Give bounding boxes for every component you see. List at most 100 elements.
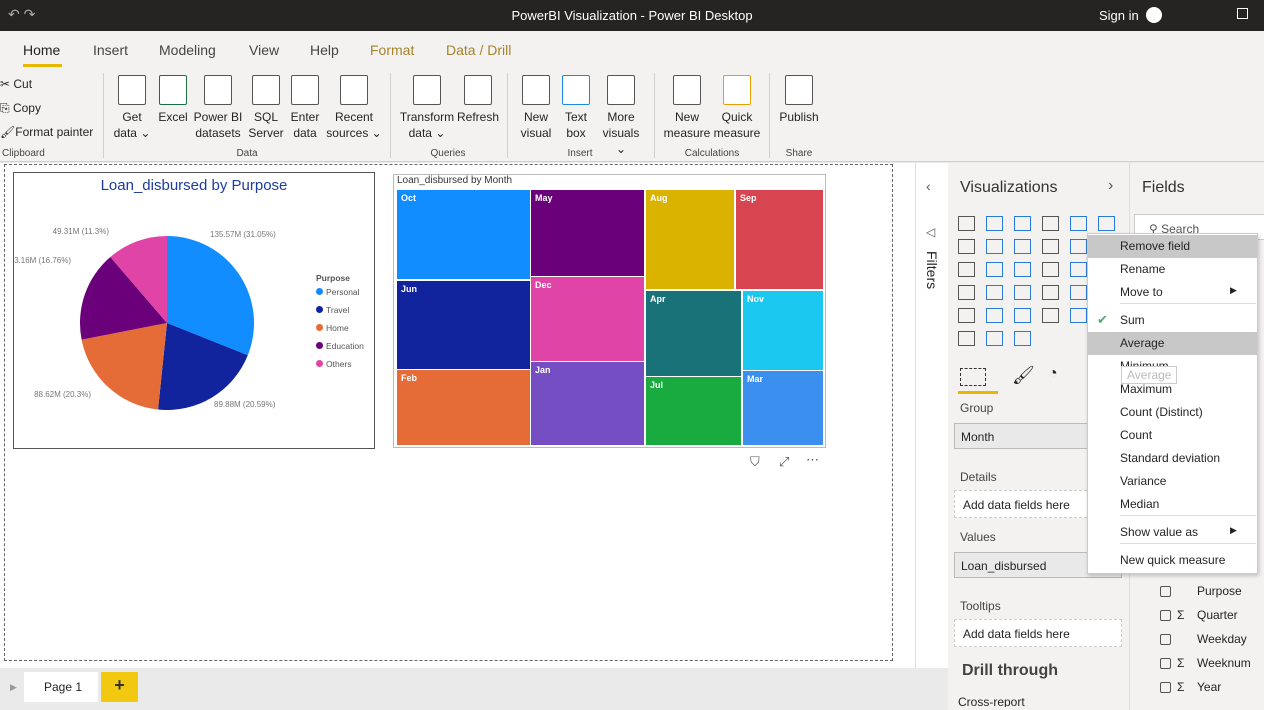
analytics-icon[interactable]: ◔ (1048, 365, 1058, 383)
sql-server-button[interactable]: SQL Server (246, 75, 286, 141)
tab-view[interactable]: View (249, 42, 279, 58)
field-item[interactable]: Σ Weeknum (1160, 656, 1251, 670)
treemap-cell-aug[interactable]: Aug (646, 190, 734, 289)
field-item[interactable]: Σ Quarter (1160, 608, 1238, 622)
menu-item-remove-field[interactable]: Remove field (1088, 235, 1257, 258)
more-icon[interactable] (1014, 331, 1031, 346)
filter-icon[interactable]: ⛉ (750, 454, 760, 470)
menu-item-show-value-as[interactable]: Show value as ▶ (1088, 521, 1257, 544)
menu-item-median[interactable]: Median (1088, 493, 1257, 516)
map-icon[interactable] (958, 285, 975, 300)
more-visuals-button[interactable]: More visuals ⌄ (596, 75, 646, 157)
tab-format[interactable]: Format (370, 42, 414, 58)
stacked-column-icon[interactable] (986, 216, 1003, 231)
enter-data-button[interactable]: Enter data (287, 75, 323, 141)
power-bi-datasets-button[interactable]: Power BI datasets (192, 75, 244, 141)
clustered-column-icon[interactable] (1042, 216, 1059, 231)
waterfall-icon[interactable] (958, 262, 975, 277)
treemap-cell-sep[interactable]: Sep (736, 190, 823, 289)
tab-home[interactable]: Home (23, 42, 60, 58)
line-column-icon[interactable] (1042, 239, 1059, 254)
field-item[interactable]: Weekday (1160, 632, 1247, 646)
treemap-cell-dec[interactable]: Dec (531, 277, 644, 361)
new-measure-button[interactable]: New measure (662, 75, 712, 141)
treemap-cell-jul[interactable]: Jul (646, 377, 741, 445)
scroll-left-icon[interactable]: ▶ (10, 682, 17, 693)
recent-sources-button[interactable]: Recent sources ⌄ (325, 75, 383, 141)
transform-data-button[interactable]: Transform data ⌄ (398, 75, 456, 141)
100-column-icon[interactable] (1098, 216, 1115, 231)
menu-item-average[interactable]: Average (1088, 332, 1257, 355)
stacked-area-icon[interactable] (1014, 239, 1031, 254)
excel-button[interactable]: Excel (155, 75, 191, 125)
text-box-button[interactable]: Text box (558, 75, 594, 141)
page-tab-1[interactable]: Page 1 (24, 672, 98, 702)
filled-map-icon[interactable] (986, 285, 1003, 300)
checkbox[interactable] (1160, 610, 1171, 622)
legend-item[interactable]: Education (316, 341, 364, 359)
get-data-button[interactable]: Get data ⌄ (110, 75, 154, 141)
legend-item[interactable]: Travel (316, 305, 364, 323)
menu-item-variance[interactable]: Variance (1088, 470, 1257, 493)
chevron-left-icon[interactable]: ‹ (926, 178, 931, 194)
format-roller-icon[interactable]: 🖌 (1012, 365, 1035, 386)
field-item[interactable]: Purpose (1160, 584, 1242, 598)
checkbox[interactable] (1160, 682, 1171, 694)
more-options-icon[interactable]: ⋯ (806, 452, 819, 468)
treemap-cell-mar[interactable]: Mar (743, 371, 823, 445)
funnel-icon[interactable] (986, 262, 1003, 277)
menu-item-new-quick-measure[interactable]: New quick measure (1088, 549, 1257, 572)
tab-modeling[interactable]: Modeling (159, 42, 216, 58)
treemap-cell-nov[interactable]: Nov (743, 291, 823, 370)
sign-in-link[interactable]: Sign in (1099, 8, 1139, 23)
menu-item-move-to[interactable]: Move to ▶ (1088, 281, 1257, 304)
focus-mode-icon[interactable]: ⤢ (779, 454, 789, 470)
menu-item-sum[interactable]: ✔ Sum (1088, 309, 1257, 332)
tooltips-drop-zone[interactable]: Add data fields here (954, 619, 1122, 647)
copy-button[interactable]: ⎘ Copy (0, 101, 41, 116)
menu-item-count-distinct[interactable]: Count (Distinct) (1088, 401, 1257, 424)
table-icon[interactable] (986, 308, 1003, 323)
qa-icon[interactable] (986, 331, 1003, 346)
area-icon[interactable] (986, 239, 1003, 254)
legend-item[interactable]: Others (316, 359, 364, 377)
pie-chart-visual[interactable]: Loan_disbursed by Purpose 135.57M (31.05… (13, 172, 375, 449)
new-visual-button[interactable]: New visual (516, 75, 556, 141)
cut-button[interactable]: ✂ Cut (0, 77, 32, 91)
checkbox[interactable] (1160, 586, 1171, 598)
gauge-icon[interactable] (1014, 285, 1031, 300)
pie-icon[interactable] (1042, 262, 1059, 277)
decomposition-icon[interactable] (958, 331, 975, 346)
card-icon[interactable] (1042, 285, 1059, 300)
r-visual-icon[interactable] (1042, 308, 1059, 323)
publish-button[interactable]: Publish (776, 75, 822, 125)
100-bar-icon[interactable] (1070, 216, 1087, 231)
field-item[interactable]: Σ Year (1160, 680, 1221, 694)
refresh-button[interactable]: Refresh (456, 75, 500, 125)
checkbox[interactable] (1160, 658, 1171, 670)
matrix-icon[interactable] (1014, 308, 1031, 323)
avatar[interactable] (1146, 7, 1162, 23)
line-clustered-icon[interactable] (1070, 239, 1087, 254)
tab-insert[interactable]: Insert (93, 42, 128, 58)
slicer-icon[interactable] (958, 308, 975, 323)
python-visual-icon[interactable] (1070, 308, 1087, 323)
treemap-cell-jan[interactable]: Jan (531, 362, 644, 445)
multi-row-card-icon[interactable] (1070, 285, 1087, 300)
donut-icon[interactable] (1070, 262, 1087, 277)
tab-data-drill[interactable]: Data / Drill (446, 42, 511, 58)
treemap-cell-jun[interactable]: Jun (397, 281, 530, 369)
quick-measure-button[interactable]: Quick measure (712, 75, 762, 141)
treemap-visual[interactable]: Loan_disbursed by Month Oct May Aug Sep Jun D… (393, 174, 826, 448)
line-icon[interactable] (958, 239, 975, 254)
fields-tab-icon[interactable] (960, 368, 986, 386)
treemap-cell-feb[interactable]: Feb (397, 370, 530, 445)
treemap-cell-apr[interactable]: Apr (646, 291, 741, 376)
treemap-cell-may[interactable]: May (531, 190, 644, 276)
clustered-bar-icon[interactable] (1014, 216, 1031, 231)
menu-item-rename[interactable]: Rename (1088, 258, 1257, 281)
checkbox[interactable] (1160, 634, 1171, 646)
add-page-button[interactable]: + (101, 672, 138, 702)
filters-pane-collapsed[interactable]: ‹ ◁ Filters (915, 163, 948, 668)
treemap-cell-oct[interactable]: Oct (397, 190, 530, 279)
